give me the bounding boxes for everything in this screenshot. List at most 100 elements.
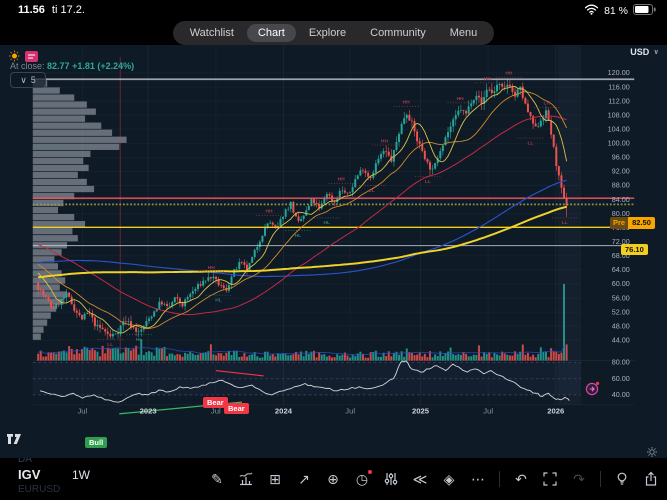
volume-profile-bar (33, 207, 58, 213)
alert-icon[interactable]: ◷ (354, 471, 370, 487)
svg-text:80.00: 80.00 (612, 358, 630, 367)
volume-profile-bar (33, 334, 41, 340)
nav-tab-community[interactable]: Community (359, 24, 437, 42)
svg-text:120.00: 120.00 (608, 68, 630, 77)
redo-icon[interactable]: ↷ (571, 471, 587, 487)
currency-axis-header[interactable]: USD ∨ (630, 47, 659, 57)
svg-text:HH: HH (208, 265, 216, 271)
svg-text:HH: HH (381, 138, 389, 144)
alert-active-dot (368, 470, 372, 474)
toolbar-divider (499, 471, 500, 487)
svg-text:96.00: 96.00 (612, 153, 630, 162)
wifi-icon (584, 4, 599, 18)
svg-text:LH: LH (543, 101, 550, 107)
nav-tab-watchlist[interactable]: Watchlist (179, 24, 245, 42)
toolbar-icon-row: ✎ ⊞ ↗ ⊕ ◷ ≪ ◈ ⋯ ↶ ↷ (209, 458, 659, 500)
volume-profile-bar (33, 137, 127, 143)
svg-text:Jul: Jul (483, 406, 493, 415)
svg-text:Jul: Jul (77, 406, 87, 415)
bottom-toolbar: DA IGV EURUSD 1W ✎⊞↗⊕◷≪◈⋯↶↷ (0, 458, 667, 500)
svg-text:LL: LL (528, 140, 534, 146)
volume-profile-bar (33, 101, 87, 107)
symbol-picker-ghost-next: EURUSD (18, 484, 60, 495)
svg-text:2025: 2025 (412, 406, 430, 415)
fullscreen-icon[interactable] (542, 471, 558, 487)
volume-profile-bar (33, 94, 74, 100)
volume-profile-bar (33, 312, 51, 318)
volume-profile-bar (33, 172, 78, 178)
interval-button[interactable]: 1W (72, 468, 90, 482)
volume-profile-bar (33, 158, 83, 164)
svg-text:2026: 2026 (547, 406, 564, 415)
top-nav: WatchlistChartExploreCommunityMenu (0, 20, 667, 45)
ideas-icon[interactable] (614, 471, 630, 487)
draw-icon[interactable]: ✎ (209, 471, 225, 487)
volume-profile-bar (33, 165, 89, 171)
svg-text:56.00: 56.00 (612, 293, 630, 302)
svg-text:LL: LL (562, 220, 568, 226)
nav-tab-chart[interactable]: Chart (247, 24, 296, 42)
volume-profile-bar (33, 235, 78, 241)
symbol-button[interactable]: IGV (18, 467, 40, 482)
nav-pill-group: WatchlistChartExploreCommunityMenu (173, 21, 495, 45)
volume-profile-bar (33, 87, 60, 93)
svg-text:64.00: 64.00 (612, 265, 630, 274)
volume-profile-bar (33, 186, 94, 192)
svg-text:HH: HH (484, 76, 492, 82)
legend-count: 5 (31, 75, 36, 85)
pre-value: 82.50 (628, 217, 655, 229)
go-to-realtime-button[interactable] (585, 381, 600, 396)
nav-tab-menu[interactable]: Menu (439, 24, 489, 42)
svg-text:116.00: 116.00 (608, 82, 630, 91)
svg-text:Jul: Jul (345, 406, 355, 415)
bar-replay-icon[interactable]: ≪ (412, 471, 428, 487)
svg-text:HH: HH (265, 209, 273, 215)
battery-percent: 81 % (604, 5, 628, 17)
svg-text:100.00: 100.00 (608, 139, 630, 148)
share-icon[interactable] (643, 471, 659, 487)
volume-profile-bar (33, 327, 44, 333)
chart-pane[interactable]: LLHLHHHLHHHLHLHHLLHHHHLLHHHHHHLLLHLL120.… (0, 45, 667, 458)
status-date: ti 17.2. (52, 4, 85, 16)
add-symbol-icon[interactable]: ⊕ (325, 471, 341, 487)
indicators-icon[interactable] (238, 471, 254, 487)
moving-average-line (38, 86, 566, 333)
close-change-pct: (+2.24%) (97, 61, 134, 71)
object-tree-icon[interactable]: ◈ (441, 471, 457, 487)
status-indicators: 81 % (584, 4, 657, 18)
svg-text:HH: HH (505, 70, 513, 76)
close-price: 82.77 (47, 61, 70, 71)
moving-average-line (38, 92, 566, 329)
svg-text:40.00: 40.00 (612, 390, 630, 399)
svg-text:HL: HL (295, 233, 302, 239)
volume-profile-bar (33, 284, 60, 290)
undo-icon[interactable]: ↶ (513, 471, 529, 487)
tradingview-logo (7, 431, 24, 449)
volume-profile-bar (33, 263, 58, 269)
volume-profile-bar (33, 179, 87, 185)
toolbar-divider (600, 471, 601, 487)
svg-text:104.00: 104.00 (608, 124, 630, 133)
legend-collapse-dropdown[interactable]: ∨ 5 (10, 72, 46, 88)
axis-settings-button[interactable] (645, 445, 659, 458)
svg-text:108.00: 108.00 (608, 110, 630, 119)
bull-label: Bull (85, 437, 107, 448)
price-chart-canvas[interactable]: LLHLHHHLHHHLHLHHLLHHHHLLHHHHHHLLLHLL120.… (0, 45, 667, 458)
templates-icon[interactable]: ⊞ (267, 471, 283, 487)
svg-text:LL: LL (107, 342, 113, 348)
compare-icon[interactable]: ↗ (296, 471, 312, 487)
status-bar: 11.56 ti 17.2. 81 % (0, 0, 667, 20)
svg-text:2023: 2023 (140, 406, 157, 415)
svg-text:LL: LL (425, 179, 431, 185)
chevron-down-icon: ∨ (20, 75, 27, 86)
more-icon[interactable]: ⋯ (470, 471, 486, 487)
volume-profile-bar (33, 319, 47, 325)
svg-text:HL: HL (323, 220, 330, 226)
svg-text:HH: HH (338, 177, 346, 183)
currency-label: USD (630, 47, 649, 57)
nav-tab-explore[interactable]: Explore (298, 24, 357, 42)
volume-profile-bar (33, 130, 112, 136)
chart-type-icon[interactable] (383, 471, 399, 487)
svg-text:60.00: 60.00 (612, 374, 630, 383)
caret-icon: ∨ (653, 48, 659, 56)
